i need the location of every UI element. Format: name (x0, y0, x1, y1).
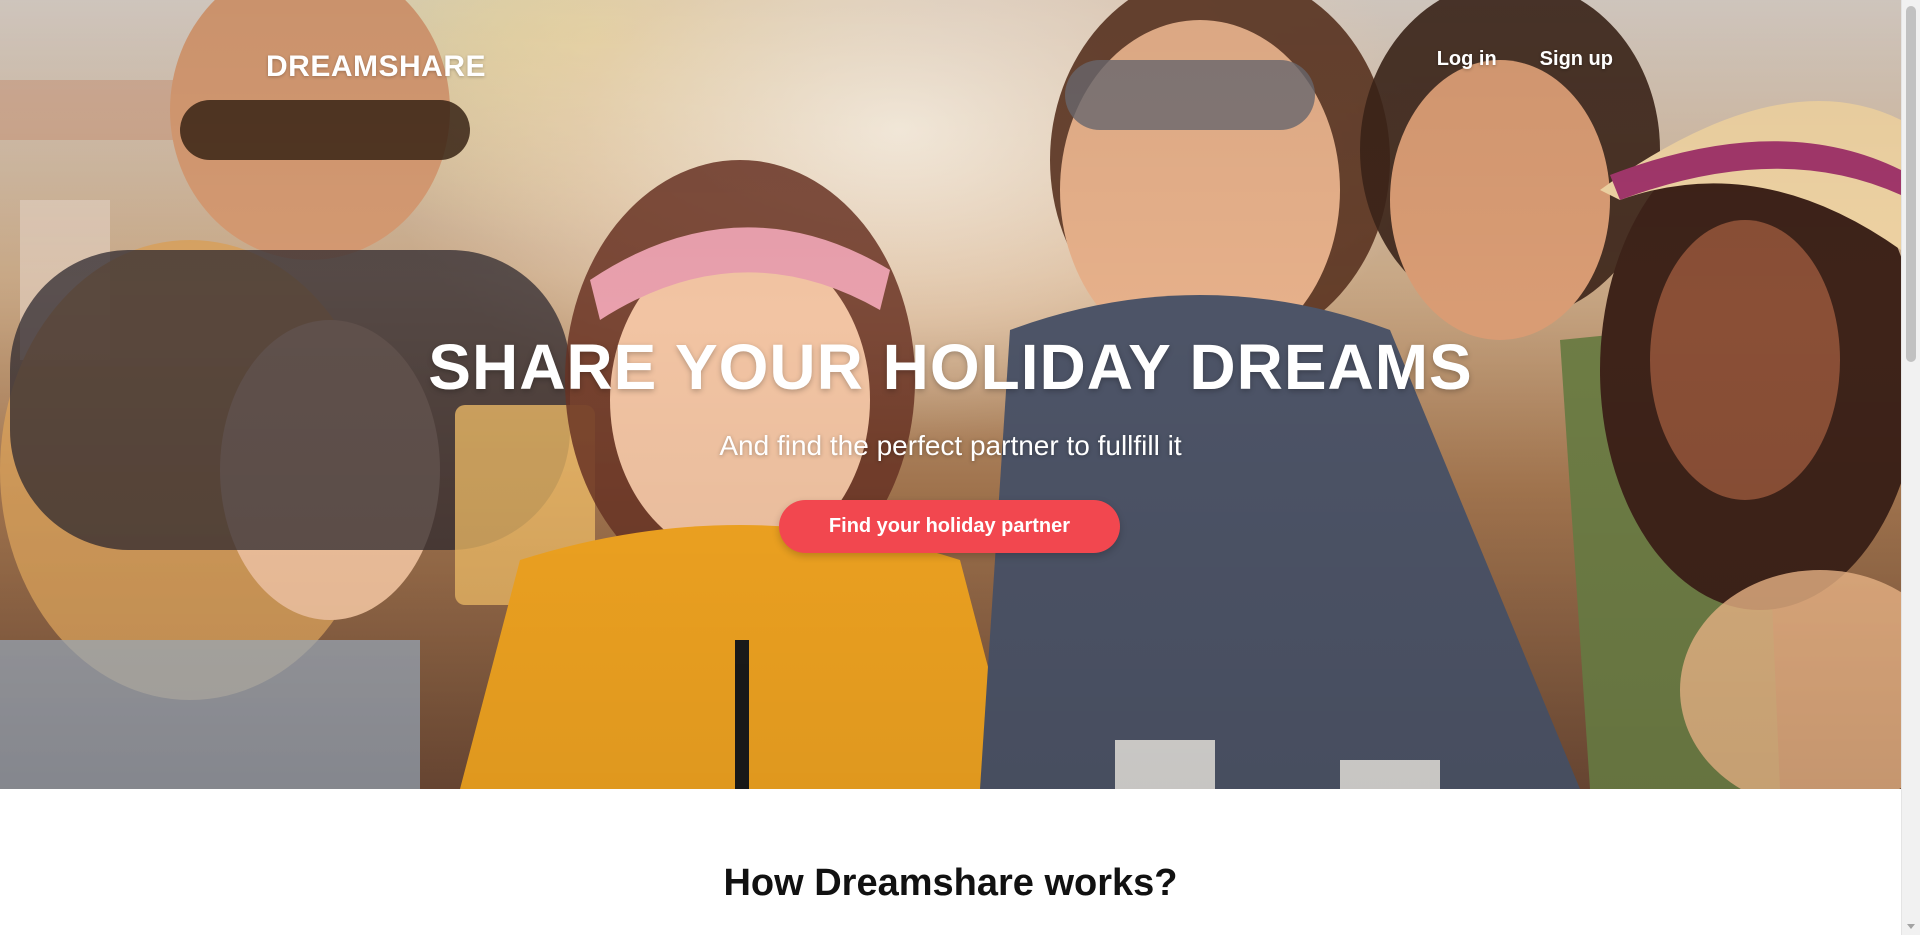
find-partner-button[interactable]: Find your holiday partner (779, 500, 1120, 553)
login-link[interactable]: Log in (1437, 48, 1497, 71)
signup-link[interactable]: Sign up (1540, 48, 1613, 71)
vertical-scrollbar[interactable] (1901, 0, 1920, 935)
site-logo[interactable]: DREAMSHARE (266, 50, 486, 84)
scrollbar-thumb[interactable] (1906, 6, 1916, 362)
hero-title: SHARE YOUR HOLIDAY DREAMS (428, 331, 1473, 403)
top-nav: Log in Sign up (1437, 48, 1613, 71)
page: DREAMSHARE Log in Sign up SHARE YOUR HOL… (0, 0, 1901, 935)
hero-section: DREAMSHARE Log in Sign up SHARE YOUR HOL… (0, 0, 1901, 789)
how-it-works-title: How Dreamshare works? (723, 862, 1178, 904)
hero-subtitle: And find the perfect partner to fullfill… (719, 430, 1182, 461)
scroll-down-arrow-icon[interactable] (1907, 924, 1915, 929)
